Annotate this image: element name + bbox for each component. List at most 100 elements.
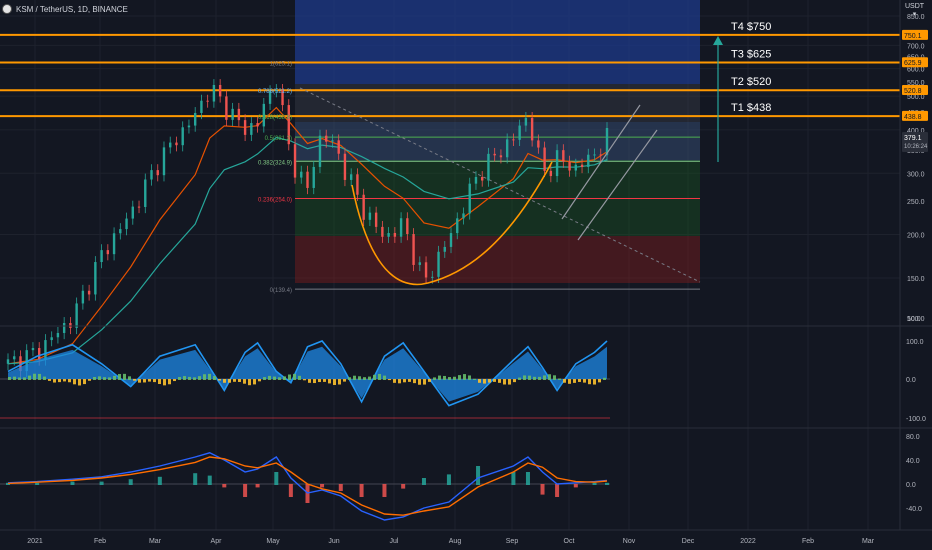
candle-body-95 bbox=[599, 154, 602, 156]
price-tag-2: 520.8 bbox=[904, 88, 922, 95]
price-axis-label-5: 500.0 bbox=[907, 94, 925, 101]
osc-bar-40 bbox=[208, 373, 211, 380]
price-axis-label-12: 150.0 bbox=[907, 276, 925, 283]
time-axis-label-14: Mar bbox=[862, 538, 875, 545]
candle-body-75 bbox=[474, 177, 478, 184]
candle-body-32 bbox=[206, 100, 209, 102]
candle-body-58 bbox=[368, 212, 372, 220]
osc-bar-89 bbox=[453, 376, 456, 380]
osc-bar-39 bbox=[203, 374, 206, 380]
osc-bar-87 bbox=[443, 375, 446, 380]
macd-histogram-bar-7 bbox=[207, 475, 212, 485]
candle-body-76 bbox=[481, 177, 484, 181]
osc-bar-15 bbox=[83, 379, 86, 385]
time-axis-label-5: Jun bbox=[328, 538, 339, 545]
osc-bar-17 bbox=[93, 376, 96, 380]
osc-bar-11 bbox=[63, 379, 66, 382]
osc-bar-24 bbox=[128, 376, 131, 380]
candle-body-83 bbox=[524, 117, 528, 126]
osc-bar-69 bbox=[353, 375, 356, 380]
candle-body-12 bbox=[81, 290, 85, 304]
time-axis-label-7: Aug bbox=[449, 538, 462, 545]
candle-body-14 bbox=[94, 262, 97, 295]
macd-histogram-bar-3 bbox=[99, 481, 104, 485]
osc-bar-20 bbox=[108, 377, 111, 380]
price-axis-label-3: 600.0 bbox=[907, 67, 925, 74]
osc-bar-58 bbox=[298, 375, 301, 380]
osc-bar-66 bbox=[338, 379, 341, 385]
candle-body-49 bbox=[312, 166, 315, 188]
osc-bar-105 bbox=[533, 376, 536, 380]
candle-body-48 bbox=[306, 171, 309, 188]
osc-bar-85 bbox=[433, 377, 436, 380]
osc-bar-22 bbox=[118, 373, 121, 380]
last-price-tag: 379.1 bbox=[904, 135, 922, 142]
osc-bar-94 bbox=[478, 379, 481, 383]
osc-bar-104 bbox=[528, 375, 531, 380]
osc-bar-108 bbox=[548, 374, 551, 380]
osc-bar-110 bbox=[558, 378, 561, 380]
osc-bar-76 bbox=[388, 379, 391, 381]
candle-body-71 bbox=[449, 233, 453, 247]
currency-selector[interactable]: USDT ▾ bbox=[905, 3, 924, 19]
osc-bar-29 bbox=[153, 379, 156, 383]
candle-body-84 bbox=[530, 117, 534, 141]
candle-body-55 bbox=[349, 174, 353, 180]
osc-bar-81 bbox=[413, 379, 416, 384]
osc-bar-65 bbox=[333, 379, 336, 385]
osc-bar-41 bbox=[213, 376, 216, 380]
osc-bar-96 bbox=[488, 379, 491, 383]
osc-bar-79 bbox=[403, 379, 406, 383]
target-label-0: T4 $750 bbox=[731, 21, 771, 33]
candle-body-79 bbox=[499, 155, 503, 158]
osc-bar-109 bbox=[553, 375, 556, 380]
osc-bar-51 bbox=[263, 377, 266, 380]
osc-bar-1 bbox=[13, 376, 16, 380]
candle-body-0 bbox=[6, 359, 10, 364]
time-axis-label-3: Apr bbox=[211, 538, 223, 545]
osc-bar-25 bbox=[133, 379, 136, 381]
candle-body-92 bbox=[580, 164, 584, 167]
chevron-down-icon: ▾ bbox=[912, 11, 917, 18]
osc-bar-62 bbox=[318, 379, 321, 383]
time-axis-label-8: Sep bbox=[506, 538, 519, 545]
macd-histogram-bar-27 bbox=[592, 482, 597, 485]
osc-bar-21 bbox=[113, 375, 116, 380]
osc-bar-8 bbox=[48, 379, 51, 381]
time-axis-label-2: Mar bbox=[149, 538, 162, 545]
price-axis-label-11: 200.0 bbox=[907, 233, 925, 240]
price-tag-0: 750.1 bbox=[904, 33, 922, 40]
candle-body-24 bbox=[156, 170, 159, 176]
candle-body-65 bbox=[412, 234, 415, 265]
macd-histogram-bar-17 bbox=[382, 484, 387, 497]
osc-bar-61 bbox=[313, 379, 316, 384]
time-axis-label-10: Nov bbox=[623, 538, 636, 545]
candle-body-87 bbox=[549, 170, 553, 177]
symbol-title: KSM / TetherUS, 1D, BINANCE bbox=[16, 4, 128, 14]
osc-bar-18 bbox=[98, 376, 101, 380]
target-label-3: T1 $438 bbox=[731, 102, 771, 114]
osc-bar-107 bbox=[543, 375, 546, 380]
osc-axis-label-1: 0.0 bbox=[906, 377, 916, 384]
osc-bar-12 bbox=[68, 379, 71, 383]
osc-bar-111 bbox=[563, 379, 566, 383]
macd-histogram-bar-2 bbox=[70, 481, 75, 485]
price-axis-label-1: 700.0 bbox=[907, 43, 925, 50]
candle-body-21 bbox=[137, 206, 141, 208]
osc-bar-95 bbox=[483, 379, 486, 384]
candle-body-26 bbox=[169, 142, 172, 148]
osc-bar-113 bbox=[573, 379, 576, 383]
osc-bar-78 bbox=[398, 379, 401, 384]
osc-bar-56 bbox=[288, 374, 291, 380]
osc-bar-52 bbox=[268, 375, 271, 380]
price-axis-label-9: 300.0 bbox=[907, 171, 925, 178]
osc-bar-101 bbox=[513, 379, 516, 383]
time-axis-label-6: Jul bbox=[390, 538, 399, 545]
fib-label-1: 0.786(521.2) bbox=[258, 89, 292, 95]
candle-body-53 bbox=[337, 140, 340, 154]
time-axis-label-4: May bbox=[266, 538, 280, 545]
macd-histogram-bar-18 bbox=[401, 484, 406, 489]
candle-body-72 bbox=[456, 218, 459, 234]
candle-body-30 bbox=[193, 112, 197, 126]
fib-label-0: 1(625.1) bbox=[270, 61, 292, 67]
